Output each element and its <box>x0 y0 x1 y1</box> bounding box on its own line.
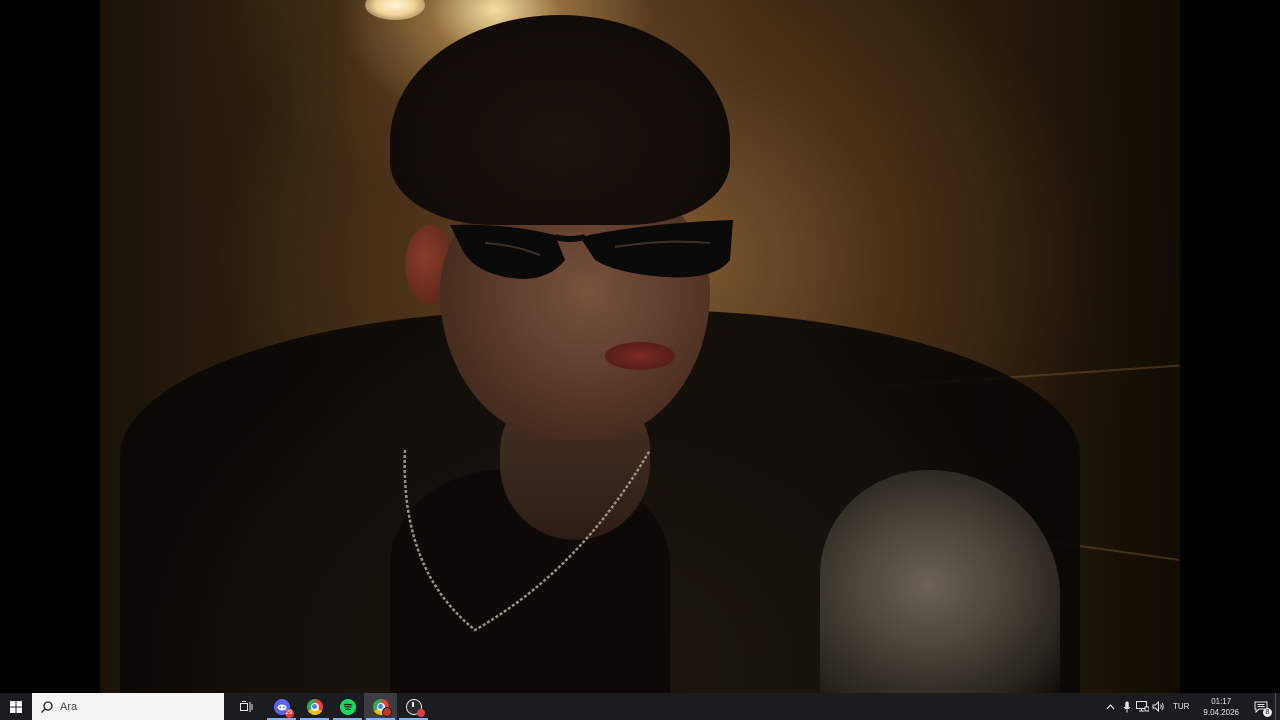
system-tray: TUR 01:17 9.04.2026 8 <box>1103 693 1280 720</box>
search-box[interactable] <box>32 693 224 720</box>
taskbar-app-chrome[interactable] <box>298 693 331 720</box>
network-icon <box>1136 701 1150 712</box>
ceiling-lamp <box>365 0 425 20</box>
chrome-profile-icon <box>372 698 392 717</box>
clock-time: 01:17 <box>1211 696 1232 706</box>
clock-app-icon <box>405 698 425 717</box>
taskbar-app-spotify[interactable] <box>331 693 364 720</box>
task-view-button[interactable] <box>230 693 263 720</box>
input-language[interactable]: TUR <box>1167 702 1195 711</box>
show-hidden-icons[interactable] <box>1103 693 1119 720</box>
chevron-up-icon <box>1107 703 1115 709</box>
speaker-icon <box>1152 701 1165 712</box>
lips <box>605 342 675 370</box>
taskbar-app-clock[interactable] <box>397 693 430 720</box>
desktop-wallpaper <box>100 0 1180 693</box>
desktop <box>0 0 1280 693</box>
taskbar-app-chrome-profile[interactable] <box>364 693 397 720</box>
search-icon <box>41 700 53 713</box>
taskbar: 29 <box>0 693 1280 720</box>
discord-badge: 29 <box>284 708 294 718</box>
chrome-icon <box>306 698 323 715</box>
hair <box>390 15 730 225</box>
windows-icon <box>10 700 22 713</box>
start-button[interactable] <box>0 693 32 720</box>
show-desktop-button[interactable] <box>1275 693 1280 720</box>
volume-button[interactable] <box>1151 693 1167 720</box>
microphone-button[interactable] <box>1119 693 1135 720</box>
clock[interactable]: 01:17 9.04.2026 <box>1195 696 1247 718</box>
notification-count: 8 <box>1263 708 1272 717</box>
taskbar-app-discord[interactable]: 29 <box>265 693 298 720</box>
action-center-button[interactable]: 8 <box>1247 693 1275 720</box>
spotify-icon <box>339 698 356 715</box>
necklace <box>403 450 652 632</box>
sunglasses <box>450 220 733 279</box>
search-input[interactable] <box>60 700 210 713</box>
discord-icon: 29 <box>273 698 294 718</box>
clock-date: 9.04.2026 <box>1203 707 1239 717</box>
microphone-icon <box>1123 701 1131 712</box>
task-view-icon <box>240 700 253 712</box>
network-button[interactable] <box>1135 693 1151 720</box>
